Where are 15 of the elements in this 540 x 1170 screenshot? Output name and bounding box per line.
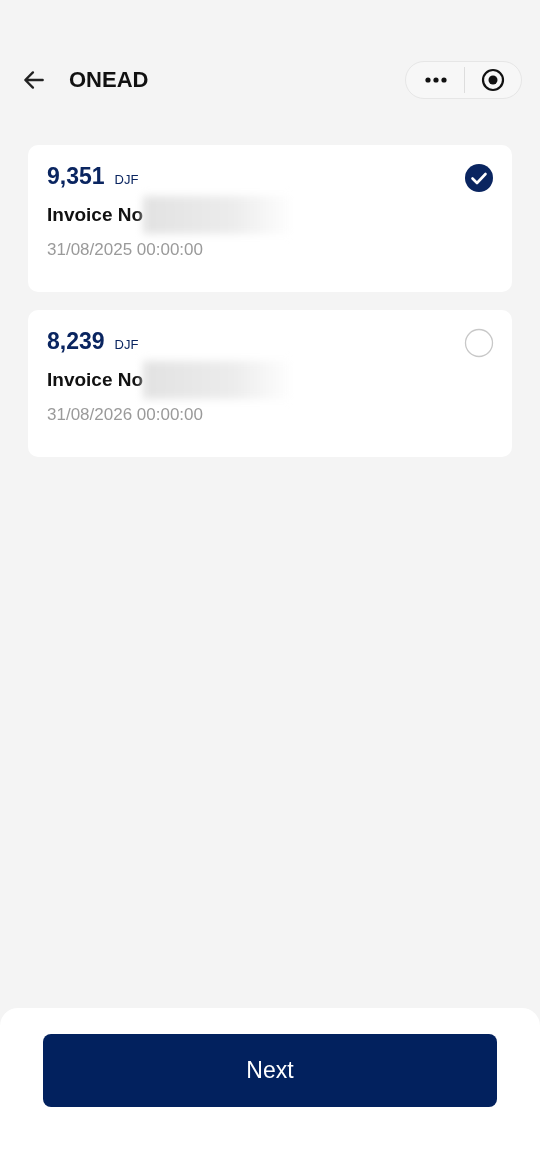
- next-button[interactable]: Next: [43, 1034, 497, 1107]
- more-icon[interactable]: [424, 76, 448, 84]
- invoice-card[interactable]: 9,351 DJF Invoice No 31/08/2025 00:00:00: [28, 145, 512, 292]
- currency-label: DJF: [114, 172, 139, 187]
- invoice-number-label: Invoice No: [47, 204, 144, 226]
- invoice-number-label: Invoice No: [47, 369, 144, 391]
- radio-icon[interactable]: [464, 328, 494, 358]
- page-title: ONEAD: [69, 67, 150, 93]
- invoice-card[interactable]: 8,239 DJF Invoice No 31/08/2026 00:00:00: [28, 310, 512, 457]
- invoice-date: 31/08/2025 00:00:00: [47, 240, 204, 260]
- currency-label: DJF: [114, 337, 139, 352]
- invoice-amount: 8,239: [47, 328, 105, 355]
- invoice-amount: 9,351: [47, 163, 105, 190]
- invoice-date: 31/08/2026 00:00:00: [47, 405, 204, 425]
- checked-radio-icon[interactable]: [464, 163, 494, 193]
